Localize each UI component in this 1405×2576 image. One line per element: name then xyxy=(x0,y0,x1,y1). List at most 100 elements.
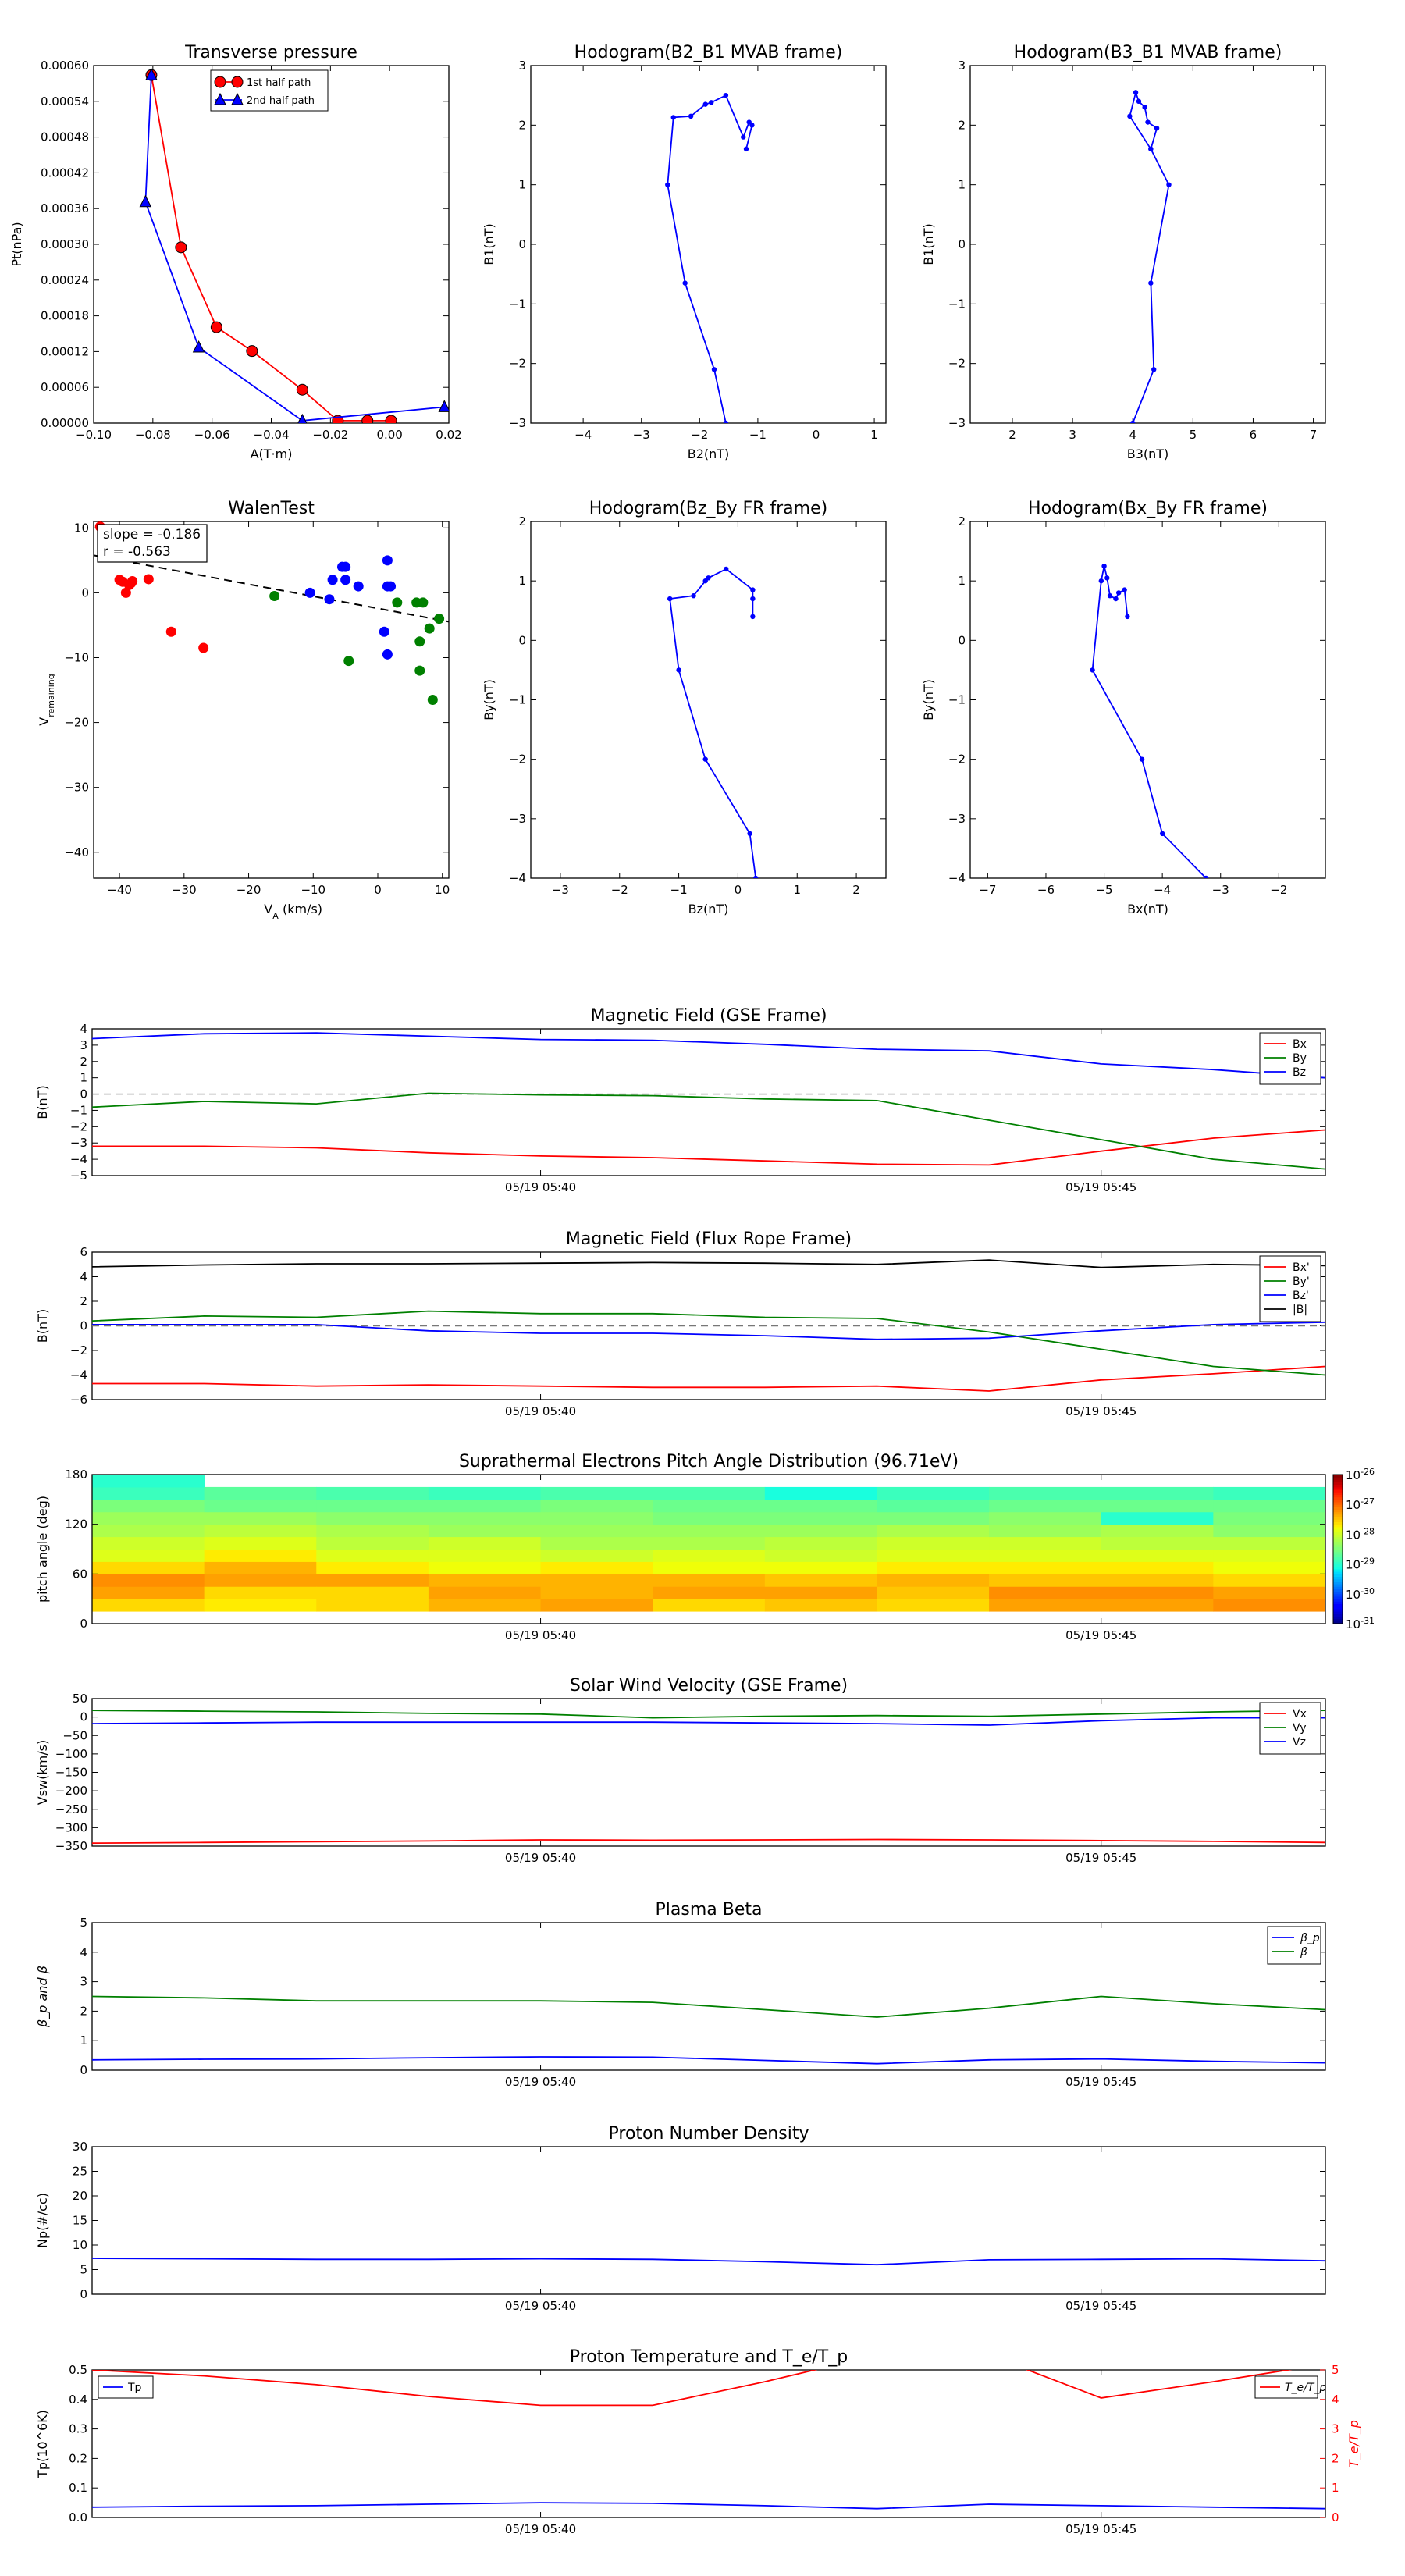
data-point xyxy=(691,593,696,599)
y-axis-label: Np(#/cc) xyxy=(35,2193,50,2248)
data-point xyxy=(1133,90,1139,95)
colorbar-segment xyxy=(1333,1482,1343,1485)
heatmap-cell xyxy=(316,1536,429,1550)
chart-mf_fr: 05/19 05:40 05/19 05:45 −6 −4 −2 0 2 4 6 Magnetic… xyxy=(35,1229,1326,1418)
heatmap-cell xyxy=(1213,1499,1326,1513)
data-point xyxy=(665,182,670,187)
heatmap-cell xyxy=(1213,1536,1326,1550)
data-point xyxy=(139,194,152,208)
heatmap-cell xyxy=(1213,1486,1326,1500)
data-point xyxy=(1098,578,1104,584)
y-tick-label: 1 xyxy=(958,574,966,588)
heatmap-cell xyxy=(316,1574,429,1587)
y-tick-label: 0.00060 xyxy=(41,59,89,73)
heatmap-cell xyxy=(204,1561,317,1574)
heatmap-cell xyxy=(1101,1524,1214,1538)
y-tick-label: 0 xyxy=(958,237,966,251)
colorbar-segment xyxy=(1333,1549,1343,1553)
colorbar-segment xyxy=(1333,1521,1343,1525)
colorbar-segment xyxy=(1333,1499,1343,1503)
colorbar-segment xyxy=(1333,1486,1343,1490)
series-line-0 xyxy=(92,2258,1325,2266)
heatmap-cell xyxy=(92,1524,205,1538)
series-line-By' xyxy=(92,1310,1325,1376)
data-point xyxy=(438,400,449,412)
data-point xyxy=(382,649,393,660)
y-tick-label: −2 xyxy=(948,357,966,371)
heatmap-cell xyxy=(877,1486,990,1500)
y-axis-label: By(nT) xyxy=(921,679,936,720)
y-tick-label: −10 xyxy=(64,650,89,664)
heatmap-cell xyxy=(204,1499,317,1513)
colorbar-segment xyxy=(1333,1608,1343,1612)
x-tick-label: 0 xyxy=(735,883,742,897)
x-tick-label: 0.02 xyxy=(436,428,461,442)
colorbar-tick-label: 10-28 xyxy=(1346,1526,1375,1542)
legend-label: Vy xyxy=(1293,1722,1307,1735)
colorbar-tick-label: 10-30 xyxy=(1346,1585,1375,1602)
y-tick-label: −50 xyxy=(62,1728,87,1742)
heatmap-cell xyxy=(1213,1561,1326,1574)
heatmap-cell xyxy=(92,1499,205,1513)
y-tick-label: 0 xyxy=(518,633,526,647)
heatmap-cell xyxy=(764,1599,877,1612)
y-tick-label: −3 xyxy=(509,812,526,826)
data-point xyxy=(210,321,222,333)
data-point xyxy=(198,642,209,653)
data-point xyxy=(340,561,351,572)
y-tick-label: −250 xyxy=(55,1802,87,1816)
y-tick-label: −2 xyxy=(70,1119,87,1133)
series-line-0 xyxy=(1129,90,1170,423)
plot-area xyxy=(1127,90,1172,423)
x-tick-label: 05/19 05:40 xyxy=(505,1628,576,1642)
y-tick-label: −350 xyxy=(55,1839,87,1853)
heatmap-cell xyxy=(1101,1499,1214,1513)
data-point xyxy=(1159,831,1165,837)
legend-label: β xyxy=(1300,1946,1307,1959)
y-axis-label: Pt(nPa) xyxy=(9,222,24,266)
data-point xyxy=(750,587,756,592)
y-tick-label: −2 xyxy=(948,753,966,767)
x-axis-label: A(T·m) xyxy=(251,447,293,461)
y-tick-label: 10 xyxy=(74,521,89,535)
y-tick-label: 0.5 xyxy=(69,2363,87,2377)
series-line-By xyxy=(92,1092,1325,1170)
chart-title: Magnetic Field (Flux Rope Frame) xyxy=(566,1229,852,1249)
heatmap-cell xyxy=(316,1524,429,1538)
x-tick-label: −30 xyxy=(172,883,197,897)
colorbar-segment xyxy=(1333,1475,1343,1478)
data-point xyxy=(723,420,729,423)
legend-label: Bx xyxy=(1293,1038,1307,1051)
heatmap-cell xyxy=(989,1524,1102,1538)
x-tick-label: −2 xyxy=(1270,883,1287,897)
y-tick-label: 0.00048 xyxy=(41,130,89,144)
x-tick-label: −0.04 xyxy=(254,428,290,442)
x-tick-label: −10 xyxy=(301,883,325,897)
y2-tick-label: 2 xyxy=(1332,2451,1339,2465)
data-point xyxy=(1145,119,1151,125)
data-point xyxy=(702,578,708,584)
plot-frame xyxy=(530,65,887,424)
chart-title: Hodogram(B3_B1 MVAB frame) xyxy=(1014,43,1282,62)
y-tick-label: 180 xyxy=(65,1468,87,1482)
chart-title: Proton Temperature and T_e/T_p xyxy=(570,2347,848,2367)
y-tick-label: 1 xyxy=(80,1071,87,1085)
x-tick-label: 7 xyxy=(1310,428,1318,442)
legend-label: Vz xyxy=(1293,1736,1306,1749)
plot-area xyxy=(92,2370,1325,2510)
plot-area xyxy=(92,1995,1325,2065)
colorbar-segment xyxy=(1333,1611,1343,1614)
series-line-2nd half path xyxy=(144,75,445,422)
colorbar-segment xyxy=(1333,1601,1343,1605)
y-axis-label: B(nT) xyxy=(35,1309,50,1343)
heatmap-cell xyxy=(428,1524,542,1538)
data-point xyxy=(1148,146,1154,152)
colorbar-segment xyxy=(1333,1494,1343,1498)
heatmap-cell xyxy=(428,1499,542,1513)
data-point xyxy=(324,594,335,605)
plot-area xyxy=(92,2258,1325,2266)
colorbar-segment xyxy=(1333,1517,1343,1520)
chart-temp: 05/19 05:40 05/19 05:45 0.0 0.1 0.2 0.3 0.4 0.5… xyxy=(35,2347,1362,2536)
y-tick-label: 0.00042 xyxy=(41,165,89,180)
heatmap-cell xyxy=(653,1586,766,1599)
